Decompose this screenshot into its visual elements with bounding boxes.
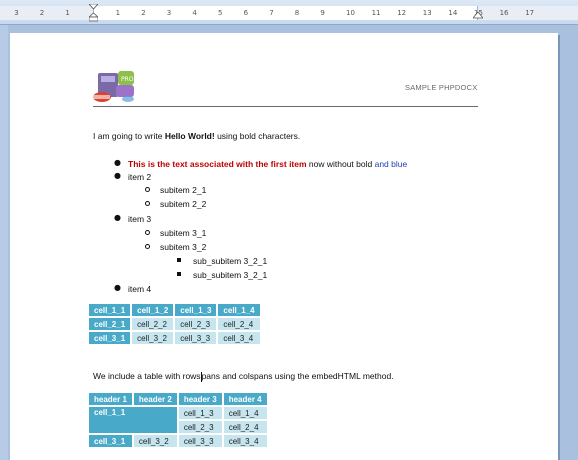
table-row: cell_3_1 cell_3_2 cell_3_3 cell_3_4 bbox=[89, 332, 260, 344]
table-row: cell_3_1 cell_3_2 cell_3_3 cell_3_4 bbox=[89, 435, 267, 447]
ruler-tick-label: 3 bbox=[166, 9, 172, 17]
ruler-tick-label: 2 bbox=[39, 9, 45, 17]
table-header-cell[interactable]: header 3 bbox=[178, 393, 222, 405]
table-cell[interactable]: cell_3_3 bbox=[178, 435, 222, 447]
header-divider bbox=[93, 106, 478, 107]
table-cell[interactable]: cell_3_4 bbox=[218, 332, 260, 344]
table-cell[interactable]: cell_3_1 bbox=[89, 332, 131, 344]
ruler-tick-label: 6 bbox=[243, 9, 249, 17]
ruler-tick-label: 8 bbox=[294, 9, 300, 17]
table-cell[interactable]: cell_3_3 bbox=[175, 332, 217, 344]
table-cell[interactable]: cell_2_3 bbox=[175, 318, 217, 330]
circle-bullet-icon bbox=[145, 230, 150, 235]
ruler-tick-label: 10 bbox=[346, 9, 355, 17]
table-row: cell_1_1 cell_1_3 cell_1_4 bbox=[89, 407, 267, 433]
ruler-tick-label: 16 bbox=[499, 9, 509, 17]
ruler-tick-label: 12 bbox=[397, 9, 407, 17]
list-item-1[interactable]: This is the text associated with the fir… bbox=[128, 159, 407, 169]
para2-before: We include a table with rows bbox=[93, 371, 201, 381]
table-cell[interactable]: cell_2_4 bbox=[218, 318, 260, 330]
table-header-cell[interactable]: header 2 bbox=[133, 393, 177, 405]
table-row: cell_1_1 cell_1_2 cell_1_3 cell_1_4 bbox=[89, 304, 260, 316]
ruler-tick-label: 13 bbox=[422, 9, 432, 17]
header-label: SAMPLE PHPDOCX bbox=[405, 83, 478, 92]
right-indent-marker[interactable] bbox=[473, 12, 483, 20]
intro-bold: Hello World! bbox=[164, 131, 215, 141]
simple-table[interactable]: cell_1_1 cell_1_2 cell_1_3 cell_1_4 cell… bbox=[87, 302, 262, 346]
sub-subitem-2[interactable]: sub_subitem 3_2_1 bbox=[193, 270, 267, 280]
circle-bullet-icon bbox=[145, 187, 150, 192]
bullet-icon: ● bbox=[114, 158, 121, 167]
para2-after: pans and colspans using the embedHTML me… bbox=[201, 371, 394, 381]
list-item-4[interactable]: item 4 bbox=[128, 284, 151, 294]
table-cell[interactable]: cell_2_3 bbox=[178, 421, 222, 433]
intro-paragraph[interactable]: I am going to write Hello World! using b… bbox=[93, 131, 300, 141]
ruler-tick-label: 5 bbox=[218, 9, 223, 17]
list-item-3[interactable]: item 3 bbox=[128, 214, 151, 224]
ruler-tick-label: 2 bbox=[141, 9, 146, 17]
subitem-2-1[interactable]: subitem 2_1 bbox=[160, 185, 206, 195]
item1-red-text: This is the text associated with the fir… bbox=[128, 159, 307, 169]
table-cell[interactable]: cell_1_3 bbox=[175, 304, 217, 316]
table-cell[interactable]: cell_1_4 bbox=[223, 407, 267, 419]
table-cell[interactable]: cell_3_4 bbox=[223, 435, 267, 447]
merged-cell[interactable]: cell_1_1 bbox=[89, 407, 177, 433]
table-cell[interactable]: cell_1_3 bbox=[178, 407, 222, 419]
item1-blue-text: and blue bbox=[374, 159, 408, 169]
ruler-tick-label: 1 bbox=[65, 9, 70, 17]
table-cell[interactable]: cell_2_4 bbox=[223, 421, 267, 433]
bullet-icon: ● bbox=[114, 213, 121, 222]
table-row: header 1 header 2 header 3 header 4 bbox=[89, 393, 267, 405]
table-cell[interactable]: cell_1_4 bbox=[218, 304, 260, 316]
square-bullet-icon bbox=[177, 258, 181, 262]
ruler-tick-label: 17 bbox=[525, 9, 535, 17]
svg-text:PRO: PRO bbox=[121, 76, 134, 83]
bullet-icon: ● bbox=[114, 283, 121, 292]
intro-prefix: I am going to write bbox=[93, 131, 165, 141]
table-cell[interactable]: cell_1_1 bbox=[89, 304, 131, 316]
table-header-cell[interactable]: header 4 bbox=[223, 393, 267, 405]
rowspan-colspan-table[interactable]: header 1 header 2 header 3 header 4 cell… bbox=[87, 391, 269, 449]
bullet-icon: ● bbox=[114, 171, 121, 180]
list-item-2[interactable]: item 2 bbox=[128, 172, 151, 182]
square-bullet-icon bbox=[177, 272, 181, 276]
sub-subitem-1[interactable]: sub_subitem 3_2_1 bbox=[193, 256, 267, 266]
first-line-indent-marker[interactable] bbox=[89, 4, 98, 22]
table-cell[interactable]: cell_3_2 bbox=[133, 435, 177, 447]
ruler-text-area bbox=[93, 6, 478, 20]
subitem-3-2[interactable]: subitem 3_2 bbox=[160, 242, 206, 252]
ruler-tick-label: 9 bbox=[320, 9, 325, 17]
table-cell[interactable]: cell_3_2 bbox=[132, 332, 174, 344]
intro-suffix: using bold characters. bbox=[214, 131, 301, 141]
horizontal-ruler[interactable]: 3211234567891011121314151617 bbox=[0, 0, 578, 25]
table-header-cell[interactable]: header 1 bbox=[89, 393, 132, 405]
table-cell[interactable]: cell_2_1 bbox=[89, 318, 131, 330]
embed-html-paragraph[interactable]: We include a table with rowspans and col… bbox=[93, 371, 394, 382]
table-row: cell_2_1 cell_2_2 cell_2_3 cell_2_4 bbox=[89, 318, 260, 330]
circle-bullet-icon bbox=[145, 201, 150, 206]
table-cell[interactable]: cell_2_2 bbox=[132, 318, 174, 330]
ruler-tick-label: 3 bbox=[14, 9, 19, 17]
circle-bullet-icon bbox=[145, 244, 150, 249]
ruler-tick-label: 4 bbox=[192, 9, 197, 17]
ruler-tick-label: 14 bbox=[448, 9, 458, 17]
ruler-tick-label: 7 bbox=[269, 9, 274, 17]
subitem-3-1[interactable]: subitem 3_1 bbox=[160, 228, 206, 238]
table-cell[interactable]: cell_1_2 bbox=[132, 304, 174, 316]
ruler-tick-label: 1 bbox=[115, 9, 121, 17]
item1-middle-text: now without bold bbox=[306, 159, 375, 169]
phpdocx-logo-icon: PRO bbox=[92, 71, 134, 102]
ruler-tick-label: 11 bbox=[371, 9, 381, 17]
table-cell[interactable]: cell_3_1 bbox=[89, 435, 132, 447]
left-margin-strip bbox=[0, 25, 8, 460]
subitem-2-2[interactable]: subitem 2_2 bbox=[160, 199, 206, 209]
